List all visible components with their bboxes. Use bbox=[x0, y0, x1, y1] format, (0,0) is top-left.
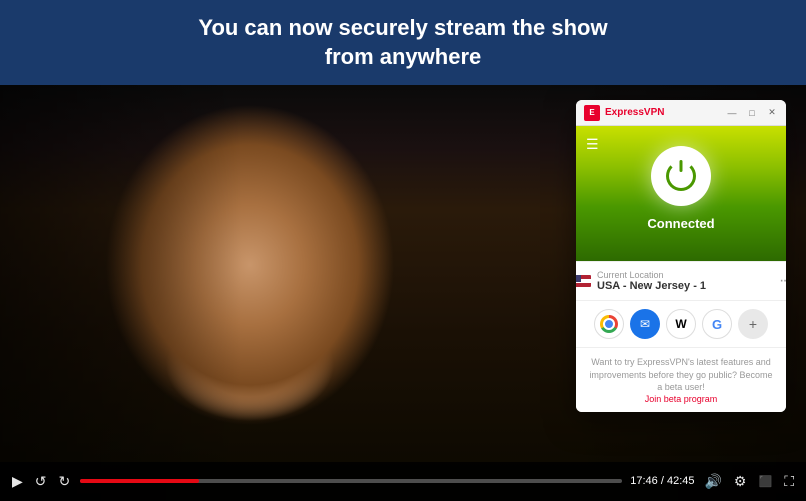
settings-button[interactable]: ⚙ bbox=[732, 471, 749, 492]
vpn-footer: Want to try ExpressVPN's latest features… bbox=[576, 347, 786, 412]
header-banner: You can now securely stream the show fro… bbox=[0, 0, 806, 85]
vpn-maximize-button[interactable]: □ bbox=[746, 107, 758, 119]
volume-button[interactable]: 🔊 bbox=[702, 471, 723, 492]
vpn-shortcut-wikipedia[interactable]: W bbox=[666, 309, 696, 339]
video-controls-bar: ▶ ↺ ↻ 17:46 / 42:45 🔊 ⚙ ⬛ ⛶ bbox=[0, 462, 806, 500]
chrome-icon bbox=[600, 315, 618, 333]
vpn-beta-link[interactable]: Join beta program bbox=[588, 394, 774, 404]
fast-forward-button[interactable]: ↻ bbox=[57, 471, 73, 492]
vpn-shortcut-add[interactable]: + bbox=[738, 309, 768, 339]
vpn-status-text: Connected bbox=[591, 216, 771, 231]
expressvpn-icon: E bbox=[584, 105, 600, 121]
power-icon bbox=[666, 161, 696, 191]
vpn-shortcuts-bar: ✉ W G + bbox=[576, 300, 786, 347]
vpn-location-name: USA - New Jersey - 1 bbox=[597, 280, 773, 292]
vpn-shortcut-chrome[interactable] bbox=[594, 309, 624, 339]
play-pause-button[interactable]: ▶ bbox=[10, 471, 25, 492]
vpn-location-label: Current Location bbox=[597, 270, 773, 280]
vpn-logo-area: E ExpressVPN bbox=[584, 105, 726, 121]
vpn-window-controls: — □ ✕ bbox=[726, 107, 778, 119]
vpn-location-more-button[interactable]: ··· bbox=[779, 272, 786, 290]
cast-button[interactable]: ⬛ bbox=[756, 473, 774, 490]
vpn-shortcut-google[interactable]: G bbox=[702, 309, 732, 339]
video-time-current: 17:46 bbox=[630, 475, 658, 487]
vpn-titlebar: E ExpressVPN — □ ✕ bbox=[576, 100, 786, 126]
vpn-body: ☰ Connected bbox=[576, 126, 786, 261]
video-time-total: 42:45 bbox=[667, 475, 695, 487]
usa-flag-icon bbox=[576, 275, 591, 287]
video-player: E ExpressVPN — □ ✕ ☰ Connected Current L… bbox=[0, 85, 806, 500]
vpn-power-button[interactable] bbox=[651, 146, 711, 206]
vpn-minimize-button[interactable]: — bbox=[726, 107, 738, 119]
vpn-close-button[interactable]: ✕ bbox=[766, 107, 778, 119]
vpn-hamburger-icon[interactable]: ☰ bbox=[586, 136, 599, 153]
video-time-display: 17:46 / 42:45 bbox=[630, 475, 694, 487]
video-controls-right: 🔊 ⚙ ⬛ ⛶ bbox=[702, 471, 796, 492]
vpn-shortcut-mail[interactable]: ✉ bbox=[630, 309, 660, 339]
expressvpn-window: E ExpressVPN — □ ✕ ☰ Connected Current L… bbox=[576, 100, 786, 412]
header-text-line1: You can now securely stream the show bbox=[198, 15, 607, 40]
vpn-location-info: Current Location USA - New Jersey - 1 bbox=[597, 270, 773, 292]
vpn-location-section[interactable]: Current Location USA - New Jersey - 1 ··… bbox=[576, 261, 786, 300]
vpn-title-text: ExpressVPN bbox=[605, 107, 664, 118]
fullscreen-button[interactable]: ⛶ bbox=[782, 471, 796, 492]
vpn-footer-description: Want to try ExpressVPN's latest features… bbox=[588, 356, 774, 394]
rewind-button[interactable]: ↺ bbox=[33, 471, 49, 492]
header-text-line2: from anywhere bbox=[325, 44, 482, 69]
video-progress-bar[interactable] bbox=[80, 479, 622, 483]
video-progress-fill bbox=[80, 479, 199, 483]
